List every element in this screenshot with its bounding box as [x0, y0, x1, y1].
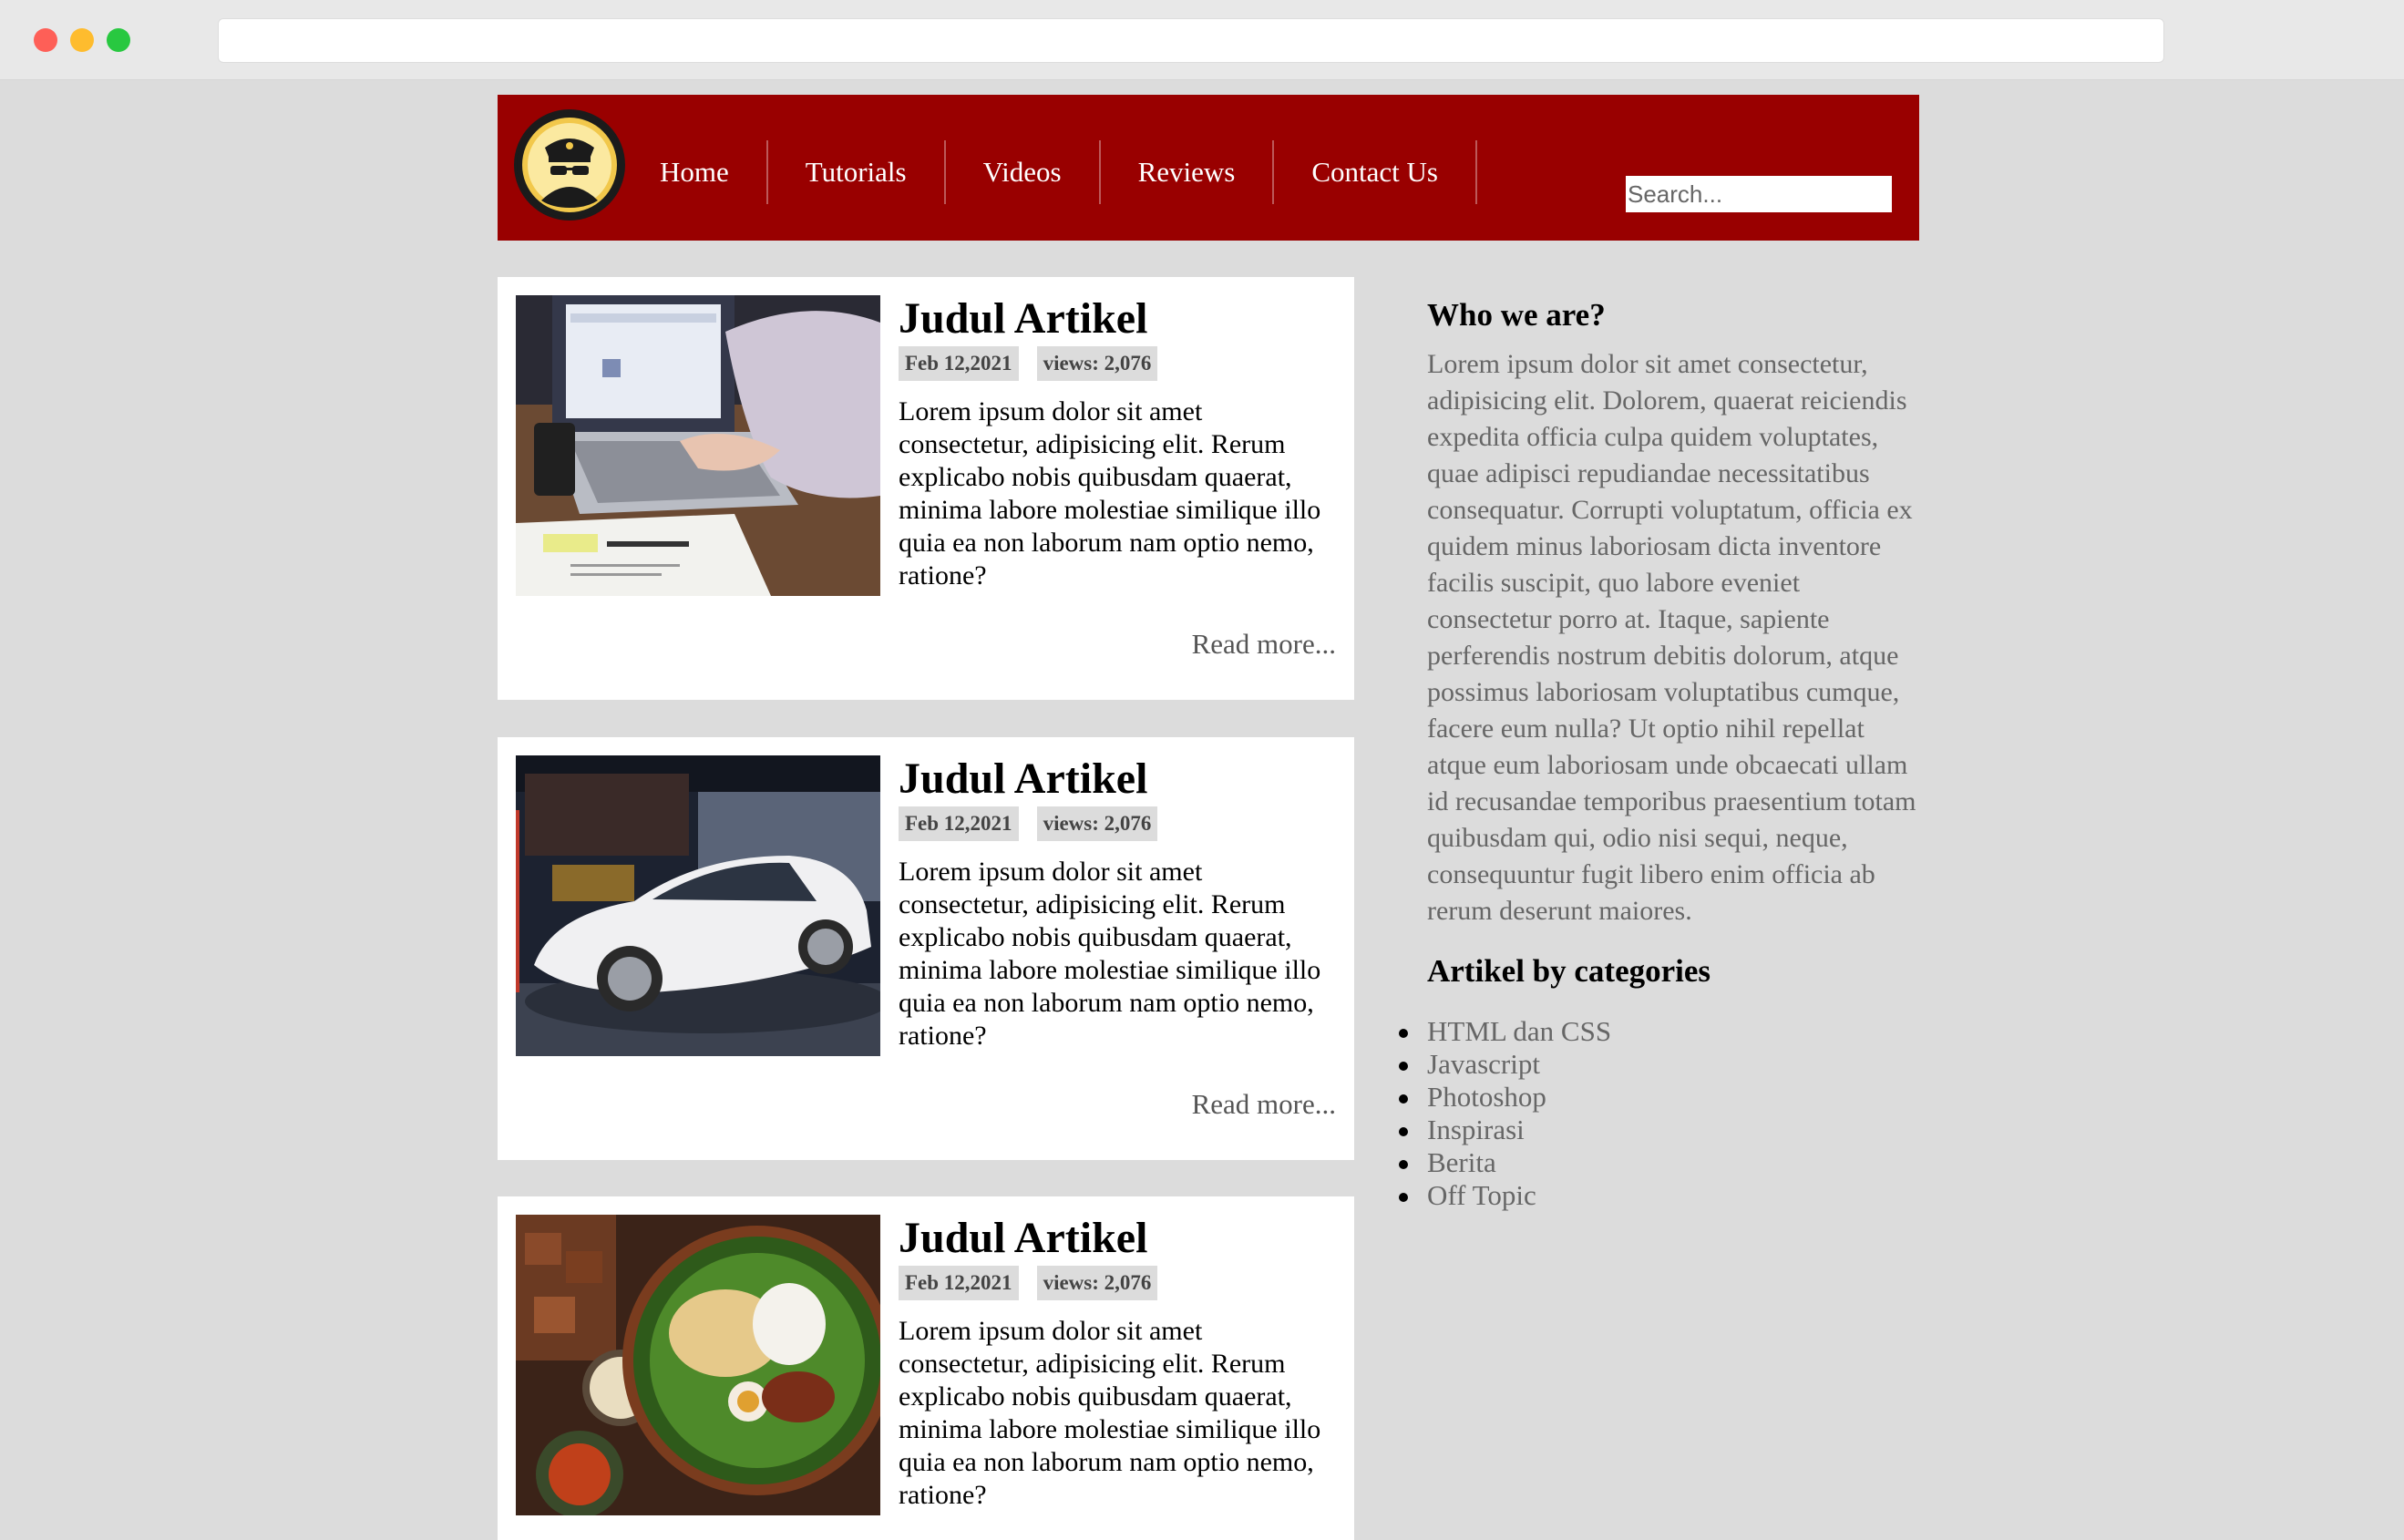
views-badge: views: 2,076: [1036, 346, 1158, 381]
laptop-desk-photo[interactable]: [516, 295, 880, 596]
categories-heading: Artikel by categories: [1427, 953, 1711, 989]
about-heading: Who we are?: [1427, 297, 1606, 333]
article-meta: Feb 12,2021 views: 2,076: [899, 346, 1158, 381]
category-item-html-css[interactable]: HTML dan CSS: [1399, 1015, 1924, 1048]
date-badge: Feb 12,2021: [899, 806, 1019, 841]
date-badge: Feb 12,2021: [899, 1266, 1019, 1300]
site-header: Home Tutorials Videos Reviews Contact Us: [498, 95, 1919, 241]
search-input[interactable]: [1626, 176, 1892, 212]
article-title[interactable]: Judul Artikel: [899, 1213, 1147, 1263]
article-card: Judul Artikel Feb 12,2021 views: 2,076 L…: [498, 737, 1354, 1160]
food-platter-photo[interactable]: [516, 1215, 880, 1515]
article-meta: Feb 12,2021 views: 2,076: [899, 806, 1158, 841]
read-more-link[interactable]: Read more...: [1192, 628, 1336, 661]
read-more-link[interactable]: Read more...: [1192, 1088, 1336, 1121]
main-nav: Home Tutorials Videos Reviews Contact Us: [660, 140, 1477, 204]
white-car-photo[interactable]: [516, 755, 880, 1056]
article-meta: Feb 12,2021 views: 2,076: [899, 1266, 1158, 1300]
article-excerpt: Lorem ipsum dolor sit amet consectetur, …: [899, 1316, 1321, 1510]
minimize-window-button[interactable]: [70, 28, 94, 52]
views-badge: views: 2,076: [1036, 806, 1158, 841]
nav-tutorials[interactable]: Tutorials: [768, 140, 946, 204]
browser-toolbar: [0, 0, 2404, 80]
category-item-javascript[interactable]: Javascript: [1399, 1048, 1924, 1081]
article-excerpt: Lorem ipsum dolor sit amet consectetur, …: [899, 857, 1321, 1051]
close-window-button[interactable]: [34, 28, 57, 52]
nav-reviews[interactable]: Reviews: [1101, 140, 1275, 204]
views-badge: views: 2,076: [1036, 1266, 1158, 1300]
about-text: Lorem ipsum dolor sit amet consectetur, …: [1427, 349, 1916, 926]
date-badge: Feb 12,2021: [899, 346, 1019, 381]
police-officer-icon[interactable]: [514, 109, 625, 221]
article-excerpt: Lorem ipsum dolor sit amet consectetur, …: [899, 396, 1321, 590]
article-card: Judul Artikel Feb 12,2021 views: 2,076 L…: [498, 277, 1354, 700]
article-title[interactable]: Judul Artikel: [899, 754, 1147, 804]
article-title[interactable]: Judul Artikel: [899, 293, 1147, 344]
address-bar[interactable]: [218, 18, 2164, 63]
sidebar: Who we are? Lorem ipsum dolor sit amet c…: [1399, 293, 1924, 1212]
categories-list: HTML dan CSS Javascript Photoshop Inspir…: [1399, 1015, 1924, 1212]
category-item-berita[interactable]: Berita: [1399, 1146, 1924, 1179]
nav-contact-us[interactable]: Contact Us: [1274, 140, 1477, 204]
nav-videos[interactable]: Videos: [946, 140, 1101, 204]
maximize-window-button[interactable]: [107, 28, 130, 52]
category-item-inspirasi[interactable]: Inspirasi: [1399, 1114, 1924, 1146]
category-item-photoshop[interactable]: Photoshop: [1399, 1081, 1924, 1114]
category-item-off-topic[interactable]: Off Topic: [1399, 1179, 1924, 1212]
article-card: Judul Artikel Feb 12,2021 views: 2,076 L…: [498, 1196, 1354, 1540]
nav-home[interactable]: Home: [660, 140, 768, 204]
